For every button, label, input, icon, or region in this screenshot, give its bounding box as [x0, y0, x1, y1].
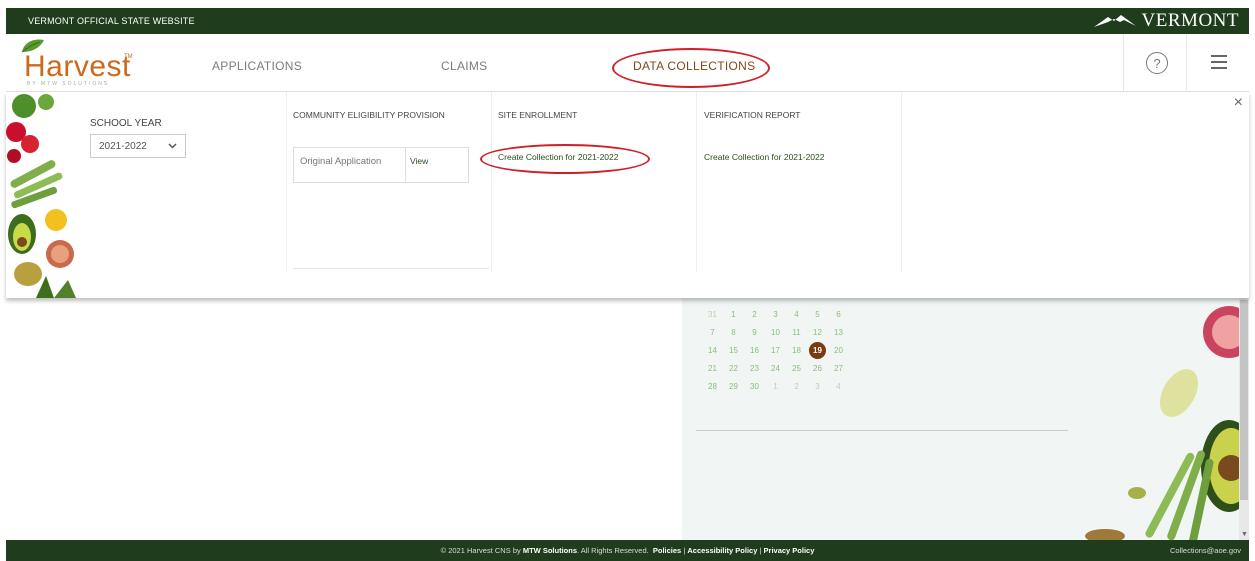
state-banner: VERMONT OFFICIAL STATE WEBSITE VERMONT	[6, 8, 1249, 34]
annotation-circle	[612, 48, 770, 88]
cep-divider	[293, 268, 489, 269]
harvest-logo[interactable]: Harvest TM BY MTW SOLUTIONS	[16, 36, 146, 88]
calendar-day[interactable]: 25	[786, 360, 807, 378]
calendar-day[interactable]: 8	[723, 324, 744, 342]
calendar-day[interactable]: 2	[786, 378, 807, 396]
rights-text: . All Rights Reserved.	[577, 546, 649, 555]
main-navbar: Harvest TM BY MTW SOLUTIONS APPLICATIONS…	[6, 34, 1249, 92]
calendar-day[interactable]: 27	[828, 360, 849, 378]
cep-heading: COMMUNITY ELIGIBILITY PROVISION	[293, 110, 445, 120]
calendar-day[interactable]: 2	[744, 306, 765, 324]
close-icon[interactable]: ×	[1234, 94, 1243, 112]
calendar-day[interactable]: 12	[807, 324, 828, 342]
calendar-week-row: 7 8 9 10 11 12 13	[702, 324, 849, 342]
footer-text: © 2021 Harvest CNS by MTW Solutions. All…	[440, 546, 815, 555]
site-enrollment-heading: SITE ENROLLMENT	[498, 110, 578, 120]
column-divider	[901, 92, 902, 272]
page-content: 31 1 2 3 4 5 6 7 8 9 10 11 12 13 14 15 16 17 18 19 20 21 22 23 2…	[6, 298, 1249, 540]
calendar-day[interactable]: 3	[807, 378, 828, 396]
calendar-day[interactable]: 4	[786, 306, 807, 324]
vermont-logo[interactable]: VERMONT	[1093, 10, 1239, 32]
calendar-day[interactable]: 23	[744, 360, 765, 378]
calendar-day[interactable]: 1	[765, 378, 786, 396]
brand-name: Harvest	[24, 50, 131, 83]
help-icon: ?	[1153, 55, 1161, 71]
scrollbar-thumb[interactable]	[1240, 300, 1248, 500]
calendar-week-row: 21 22 23 24 25 26 27	[702, 360, 849, 378]
calendar-day[interactable]: 22	[723, 360, 744, 378]
vegetables-image	[6, 94, 76, 298]
calendar-panel: 31 1 2 3 4 5 6 7 8 9 10 11 12 13 14 15 16 17 18 19 20 21 22 23 2…	[682, 298, 1249, 540]
calendar-day[interactable]: 28	[702, 378, 723, 396]
scroll-down-arrow-icon[interactable]: ▼	[1241, 531, 1248, 538]
policies-link[interactable]: Policies	[653, 546, 681, 555]
copyright-text: © 2021 Harvest CNS by	[440, 546, 521, 555]
calendar-day[interactable]: 30	[744, 378, 765, 396]
calendar-day[interactable]: 29	[723, 378, 744, 396]
calendar-day[interactable]: 10	[765, 324, 786, 342]
footer: © 2021 Harvest CNS by MTW Solutions. All…	[6, 540, 1249, 561]
nav-claims[interactable]: CLAIMS	[441, 59, 487, 73]
mountain-icon	[1093, 15, 1136, 27]
view-link[interactable]: View	[406, 148, 468, 182]
calendar-day[interactable]: 19	[809, 342, 826, 359]
accessibility-policy-link[interactable]: Accessibility Policy	[687, 546, 757, 555]
calendar-day[interactable]: 18	[786, 342, 807, 360]
page-scrollbar[interactable]: ▼	[1239, 298, 1249, 540]
nav-divider	[1186, 34, 1187, 92]
contact-email[interactable]: Collections@aoe.gov	[1170, 546, 1241, 555]
cep-table: Original Application View	[293, 147, 469, 183]
school-year-label: SCHOOL YEAR	[90, 118, 162, 129]
calendar-day[interactable]: 4	[828, 378, 849, 396]
calendar-day[interactable]: 11	[786, 324, 807, 342]
calendar-day[interactable]: 13	[828, 324, 849, 342]
data-collections-dropdown: × SCHOOL YEAR 2021-2022 COMMUNITY ELIGIB…	[6, 92, 1249, 298]
hamburger-icon	[1211, 55, 1227, 57]
calendar-day[interactable]: 1	[723, 306, 744, 324]
verification-heading: VERIFICATION REPORT	[704, 110, 801, 120]
official-state-website-label: VERMONT OFFICIAL STATE WEBSITE	[28, 16, 195, 26]
calendar-day[interactable]: 14	[702, 342, 723, 360]
annotation-circle	[480, 144, 650, 174]
calendar-day[interactable]: 16	[744, 342, 765, 360]
calendar-day[interactable]: 7	[702, 324, 723, 342]
vermont-wordmark: VERMONT	[1141, 10, 1239, 31]
chevron-down-icon	[168, 143, 177, 149]
school-year-select[interactable]: 2021-2022	[90, 134, 186, 158]
hamburger-menu-button[interactable]	[1211, 55, 1227, 69]
calendar: 31 1 2 3 4 5 6 7 8 9 10 11 12 13 14 15 16 17 18 19 20 21 22 23 2…	[702, 306, 849, 396]
calendar-day[interactable]: 3	[765, 306, 786, 324]
calendar-day[interactable]: 24	[765, 360, 786, 378]
verification-create-link[interactable]: Create Collection for 2021-2022	[704, 152, 825, 162]
calendar-day[interactable]: 15	[723, 342, 744, 360]
calendar-week-row: 14 15 16 17 18 19 20	[702, 342, 849, 360]
calendar-day[interactable]: 17	[765, 342, 786, 360]
mtw-solutions-link[interactable]: MTW Solutions	[523, 546, 577, 555]
calendar-day[interactable]: 20	[828, 342, 849, 360]
original-application-label: Original Application	[294, 148, 406, 182]
help-button[interactable]: ?	[1146, 52, 1168, 74]
calendar-day[interactable]: 31	[702, 306, 723, 324]
school-year-value: 2021-2022	[99, 140, 147, 152]
calendar-day[interactable]: 5	[807, 306, 828, 324]
nav-divider	[1123, 34, 1124, 92]
calendar-week-row: 28 29 30 1 2 3 4	[702, 378, 849, 396]
calendar-day[interactable]: 9	[744, 324, 765, 342]
vegetables-image	[1085, 306, 1249, 540]
privacy-policy-link[interactable]: Privacy Policy	[764, 546, 815, 555]
brand-tagline: BY MTW SOLUTIONS	[27, 81, 110, 87]
trademark-mark: TM	[124, 54, 133, 60]
calendar-divider	[696, 430, 1068, 431]
calendar-week-row: 31 1 2 3 4 5 6	[702, 306, 849, 324]
nav-applications[interactable]: APPLICATIONS	[212, 59, 302, 73]
calendar-day[interactable]: 21	[702, 360, 723, 378]
calendar-day[interactable]: 6	[828, 306, 849, 324]
calendar-day[interactable]: 26	[807, 360, 828, 378]
